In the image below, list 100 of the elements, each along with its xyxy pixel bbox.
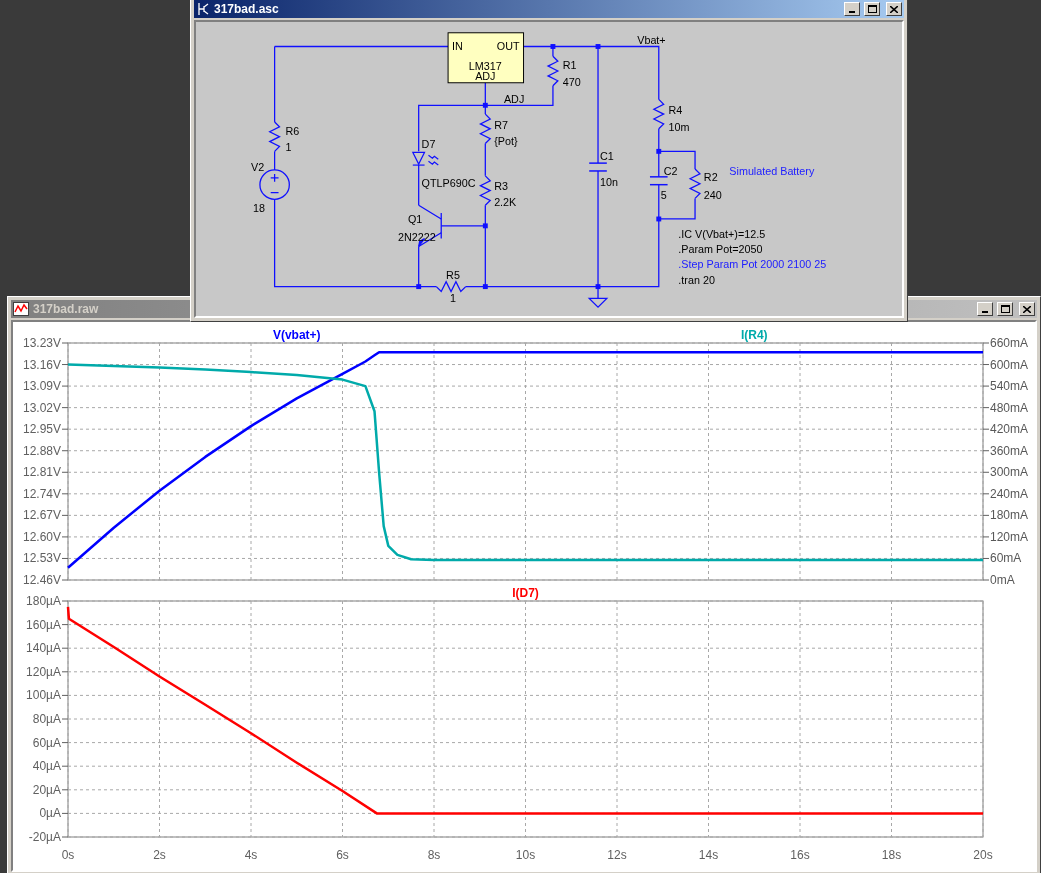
- axis-label: 16s: [790, 848, 810, 862]
- axis-label: 8s: [427, 848, 441, 862]
- close-icon: [890, 5, 898, 13]
- window-title: 317bad.asc: [214, 2, 279, 16]
- axis-label: 14s: [698, 848, 719, 862]
- component-name: R2: [703, 170, 718, 183]
- component-name: LM317: [468, 60, 502, 72]
- component-name: R4: [668, 104, 683, 117]
- component-value: 10n: [600, 175, 618, 188]
- component-value: 10m: [668, 120, 690, 133]
- axis-label: 12.46V: [22, 573, 61, 587]
- spice-directive: .Param Pot=2050: [678, 243, 763, 255]
- maximize-button[interactable]: [864, 2, 880, 16]
- component-name: Q1: [407, 212, 423, 225]
- trace-name[interactable]: I(D7): [512, 587, 539, 600]
- component-name: R3: [494, 179, 508, 192]
- component-value: 1: [450, 292, 457, 305]
- axis-label: 120mA: [990, 529, 1029, 544]
- axis-label: 13.09V: [22, 379, 61, 394]
- axis-label: 2s: [153, 848, 166, 862]
- axis-label: 0µA: [39, 806, 61, 821]
- resistor-symbol[interactable]: [268, 121, 281, 152]
- voltage-source-symbol[interactable]: [259, 169, 290, 200]
- axis-label: 60µA: [32, 735, 61, 750]
- component-name: R1: [562, 59, 577, 72]
- axis-label: 80µA: [32, 712, 61, 726]
- minimize-button[interactable]: [977, 302, 993, 316]
- component-name: D7: [421, 138, 436, 151]
- resistor-symbol[interactable]: [546, 55, 560, 87]
- pin-label: IN: [452, 40, 463, 53]
- axis-label: 100µA: [26, 688, 61, 703]
- axis-label: 360mA: [990, 443, 1029, 458]
- axis-label: 6s: [336, 848, 349, 862]
- net-label: ADJ: [503, 93, 525, 106]
- axis-label: 10s: [515, 848, 536, 862]
- axis-label: 660mA: [990, 336, 1029, 350]
- wire: [274, 150, 276, 171]
- schematic-icon: [196, 2, 210, 16]
- axis-label: 4s: [244, 848, 258, 862]
- component-value: 240: [703, 189, 722, 202]
- component-name: R5: [446, 268, 460, 281]
- axis-label: 18s: [881, 848, 902, 862]
- axis-label: 300mA: [990, 465, 1029, 480]
- component-name: C2: [663, 164, 678, 177]
- resistor-symbol[interactable]: [435, 280, 467, 293]
- maximize-icon: [867, 5, 877, 13]
- close-icon: [1023, 305, 1031, 313]
- net-label: Vbat+: [637, 33, 666, 46]
- component-value: 18: [253, 202, 266, 215]
- axis-label: 12.81V: [22, 465, 61, 480]
- close-button[interactable]: [1019, 302, 1035, 316]
- axis-label: 540mA: [990, 379, 1029, 394]
- component-name: C1: [600, 150, 614, 163]
- component-value: 1: [285, 141, 292, 154]
- axis-label: 12.88V: [22, 443, 61, 458]
- minimize-button[interactable]: [844, 2, 860, 16]
- resistor-symbol[interactable]: [479, 175, 492, 206]
- resistor-symbol[interactable]: [688, 168, 702, 200]
- axis-label: 240mA: [990, 486, 1029, 501]
- ground-symbol: [587, 297, 609, 309]
- led-symbol[interactable]: [411, 151, 439, 166]
- axis-label: 120µA: [26, 664, 61, 679]
- axis-label: 40µA: [32, 759, 61, 774]
- axis-label: 0mA: [990, 573, 1015, 587]
- spice-directive: .tran 20: [678, 273, 715, 286]
- axis-label: 20s: [973, 848, 993, 862]
- component-name: R6: [285, 124, 300, 137]
- component-value: 2.2K: [494, 196, 517, 209]
- maximize-icon: [1000, 305, 1010, 313]
- axis-label: 140µA: [26, 641, 61, 656]
- trace-name[interactable]: I(R4): [740, 328, 768, 342]
- axis-label: 12.67V: [22, 508, 61, 523]
- component-value: 2N2222: [398, 230, 436, 243]
- axis-label: 13.16V: [22, 357, 61, 372]
- pin-label: ADJ: [475, 69, 496, 82]
- axis-label: 480mA: [990, 400, 1029, 415]
- maximize-button[interactable]: [997, 302, 1013, 316]
- component-value: 5: [660, 189, 667, 202]
- resistor-symbol[interactable]: [479, 113, 492, 145]
- waveform-icon: [13, 302, 29, 316]
- regulator-block[interactable]: [447, 32, 525, 84]
- component-name: R7: [494, 118, 508, 131]
- resistor-symbol[interactable]: [652, 98, 666, 130]
- comment-text: Simulated Battery: [729, 164, 815, 177]
- axis-label: 420mA: [990, 422, 1029, 437]
- axis-label: -20µA: [28, 830, 61, 844]
- capacitor-symbol[interactable]: [588, 162, 608, 172]
- axis-label: 12.53V: [22, 551, 61, 566]
- component-value: 470: [562, 75, 581, 88]
- close-button[interactable]: [886, 2, 902, 16]
- axis-label: 180mA: [990, 508, 1029, 523]
- trace-name[interactable]: V(vbat+): [272, 328, 321, 342]
- component-value: QTLP690C: [421, 176, 476, 189]
- axis-label: 600mA: [990, 357, 1029, 372]
- pin-label: OUT: [496, 40, 520, 53]
- spice-directive: .Step Param Pot 2000 2100 25: [678, 258, 827, 271]
- capacitor-symbol[interactable]: [649, 176, 669, 186]
- spice-directive: .IC V(Vbat+)=12.5: [678, 227, 766, 240]
- axis-label: 12.95V: [22, 422, 61, 437]
- axis-label: 20µA: [32, 782, 61, 797]
